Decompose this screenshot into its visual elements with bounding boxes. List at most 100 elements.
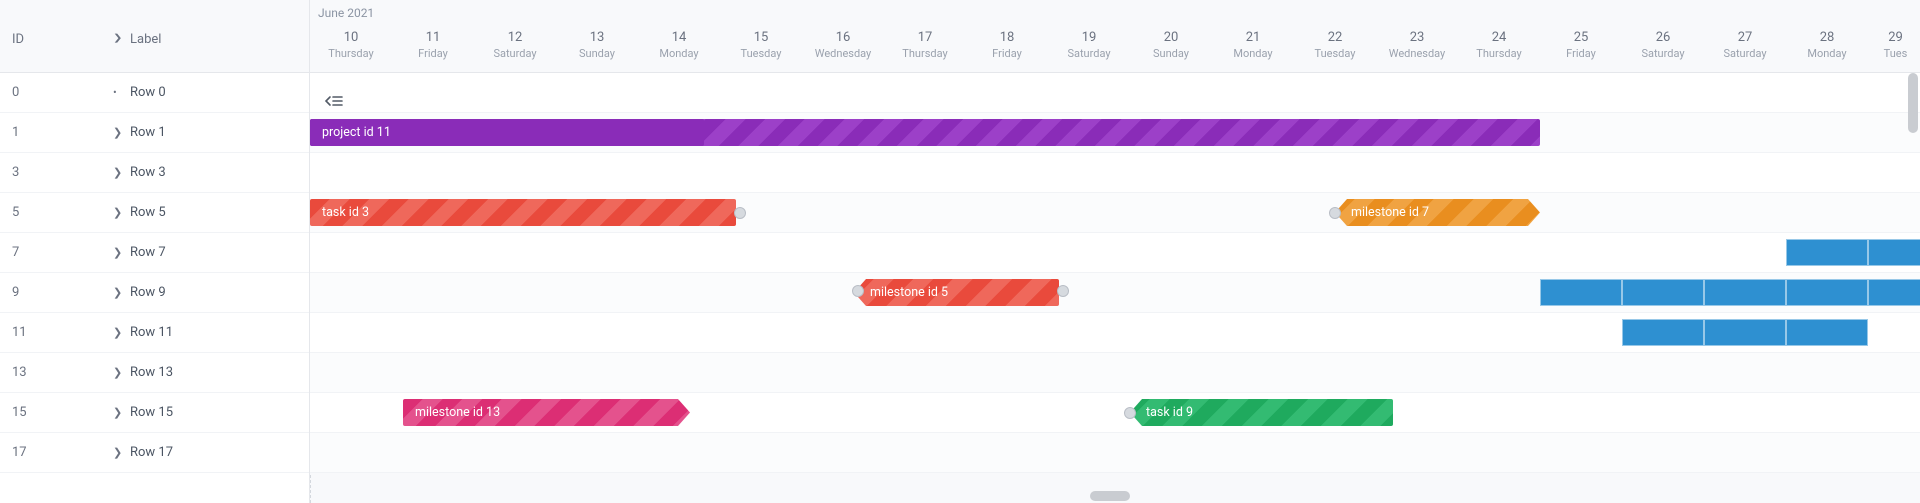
row-id: 0 — [12, 85, 19, 100]
day-column[interactable]: 24Thursday — [1458, 30, 1540, 60]
timeline-row[interactable] — [310, 233, 1920, 273]
row-label: Row 17 — [130, 445, 173, 460]
row-id: 7 — [12, 245, 19, 260]
row-id: 1 — [12, 125, 19, 140]
bullet-icon: • — [113, 86, 117, 99]
chevron-right-icon[interactable]: ❯ — [113, 126, 122, 139]
day-column[interactable]: 10Thursday — [310, 30, 392, 60]
gantt-bar-milestone7[interactable]: milestone id 7 — [1335, 199, 1540, 226]
chevron-right-icon[interactable]: ❯ — [113, 206, 122, 219]
day-column[interactable]: 12Saturday — [474, 30, 556, 60]
bar-label: task id 9 — [1142, 405, 1193, 420]
row-id: 5 — [12, 205, 19, 220]
timeline-row[interactable] — [310, 353, 1920, 393]
row-label: Row 11 — [130, 325, 173, 340]
collapse-left-icon[interactable] — [324, 94, 348, 108]
selection-cell[interactable] — [1622, 279, 1704, 306]
selection-cell[interactable] — [1540, 279, 1622, 306]
row-label: Row 3 — [130, 165, 166, 180]
bar-label: milestone id 5 — [866, 285, 948, 300]
table-row[interactable]: 5 ❯ Row 5 — [0, 193, 309, 233]
timeline-row[interactable] — [310, 153, 1920, 193]
table-row[interactable]: 17 ❯ Row 17 — [0, 433, 309, 473]
row-label: Row 9 — [130, 285, 166, 300]
dependency-node[interactable] — [1057, 285, 1069, 297]
day-column[interactable]: 18Friday — [966, 30, 1048, 60]
day-column[interactable]: 27Saturday — [1704, 30, 1786, 60]
selection-cell[interactable] — [1786, 279, 1868, 306]
chevron-right-icon[interactable]: ❯ — [113, 32, 122, 42]
horizontal-scrollbar[interactable] — [310, 489, 1920, 503]
month-label: June 2021 — [318, 6, 374, 20]
chevron-right-icon[interactable]: ❯ — [113, 326, 122, 339]
day-column[interactable]: 21Monday — [1212, 30, 1294, 60]
vertical-scrollbar[interactable] — [1906, 73, 1920, 489]
table-row[interactable]: 7 ❯ Row 7 — [0, 233, 309, 273]
table-row[interactable]: 11 ❯ Row 11 — [0, 313, 309, 353]
bar-label: milestone id 13 — [415, 405, 500, 420]
dependency-node[interactable] — [1329, 207, 1341, 219]
side-rows: 0 • Row 0 1 ❯ Row 1 3 ❯ Row 3 5 ❯ Row 5 … — [0, 73, 309, 473]
chevron-right-icon[interactable]: ❯ — [113, 166, 122, 179]
side-header: ID ❯ Label — [0, 0, 309, 73]
bar-label: milestone id 7 — [1347, 205, 1429, 220]
day-column[interactable]: 28Monday — [1786, 30, 1868, 60]
day-column[interactable]: 29Tues — [1868, 30, 1920, 60]
day-column[interactable]: 19Saturday — [1048, 30, 1130, 60]
day-column[interactable]: 14Monday — [638, 30, 720, 60]
selection-cell[interactable] — [1622, 319, 1704, 346]
day-column[interactable]: 17Thursday — [884, 30, 966, 60]
day-column[interactable]: 15Tuesday — [720, 30, 802, 60]
gantt-bar-task9[interactable]: task id 9 — [1130, 399, 1393, 426]
table-row[interactable]: 3 ❯ Row 3 — [0, 153, 309, 193]
day-column[interactable]: 26Saturday — [1622, 30, 1704, 60]
dependency-node[interactable] — [1124, 407, 1136, 419]
row-id: 15 — [12, 405, 27, 420]
timeline-row[interactable] — [310, 433, 1920, 473]
day-column[interactable]: 11Friday — [392, 30, 474, 60]
day-column[interactable]: 23Wednesday — [1376, 30, 1458, 60]
row-label: Row 0 — [130, 85, 166, 100]
table-row[interactable]: 0 • Row 0 — [0, 73, 309, 113]
table-row[interactable]: 1 ❯ Row 1 — [0, 113, 309, 153]
chevron-right-icon[interactable]: ❯ — [113, 246, 122, 259]
bar-label-overlay: project id 11 — [322, 119, 391, 146]
column-header-label[interactable]: Label — [130, 32, 161, 47]
timeline-header: June 2021 10Thursday 11Friday 12Saturday… — [310, 0, 1920, 73]
row-id: 11 — [12, 325, 27, 340]
scrollbar-thumb[interactable] — [1090, 491, 1130, 501]
table-row[interactable]: 15 ❯ Row 15 — [0, 393, 309, 433]
row-id: 9 — [12, 285, 19, 300]
gantt-bar-task3[interactable]: task id 3 — [310, 199, 736, 226]
row-label: Row 1 — [130, 125, 166, 140]
chevron-right-icon[interactable]: ❯ — [113, 406, 122, 419]
table-row[interactable]: 13 ❯ Row 13 — [0, 353, 309, 393]
day-column[interactable]: 16Wednesday — [802, 30, 884, 60]
day-column[interactable]: 22Tuesday — [1294, 30, 1376, 60]
selection-cell[interactable] — [1704, 279, 1786, 306]
row-label: Row 13 — [130, 365, 173, 380]
row-id: 13 — [12, 365, 27, 380]
gantt-bar-milestone5[interactable]: milestone id 5 — [854, 279, 1059, 306]
column-header-id[interactable]: ID — [12, 32, 24, 47]
day-column[interactable]: 20Sunday — [1130, 30, 1212, 60]
dependency-node[interactable] — [852, 285, 864, 297]
day-column[interactable]: 13Sunday — [556, 30, 638, 60]
chevron-right-icon[interactable]: ❯ — [113, 286, 122, 299]
row-label: Row 5 — [130, 205, 166, 220]
row-id: 17 — [12, 445, 27, 460]
gantt-chart: ID ❯ Label 0 • Row 0 1 ❯ Row 1 3 ❯ Row 3… — [0, 0, 1920, 503]
day-column[interactable]: 25Friday — [1540, 30, 1622, 60]
selection-cell[interactable] — [1704, 319, 1786, 346]
selection-cell[interactable] — [1786, 319, 1868, 346]
gantt-bar-milestone13[interactable]: milestone id 13 — [403, 399, 690, 426]
table-row[interactable]: 9 ❯ Row 9 — [0, 273, 309, 313]
timeline-panel: June 2021 10Thursday 11Friday 12Saturday… — [310, 0, 1920, 503]
scrollbar-thumb[interactable] — [1908, 73, 1918, 133]
bar-label: task id 3 — [322, 205, 369, 220]
dependency-node[interactable] — [734, 207, 746, 219]
selection-cell[interactable] — [1786, 239, 1868, 266]
chevron-right-icon[interactable]: ❯ — [113, 366, 122, 379]
timeline-row[interactable] — [310, 73, 1920, 113]
chevron-right-icon[interactable]: ❯ — [113, 446, 122, 459]
